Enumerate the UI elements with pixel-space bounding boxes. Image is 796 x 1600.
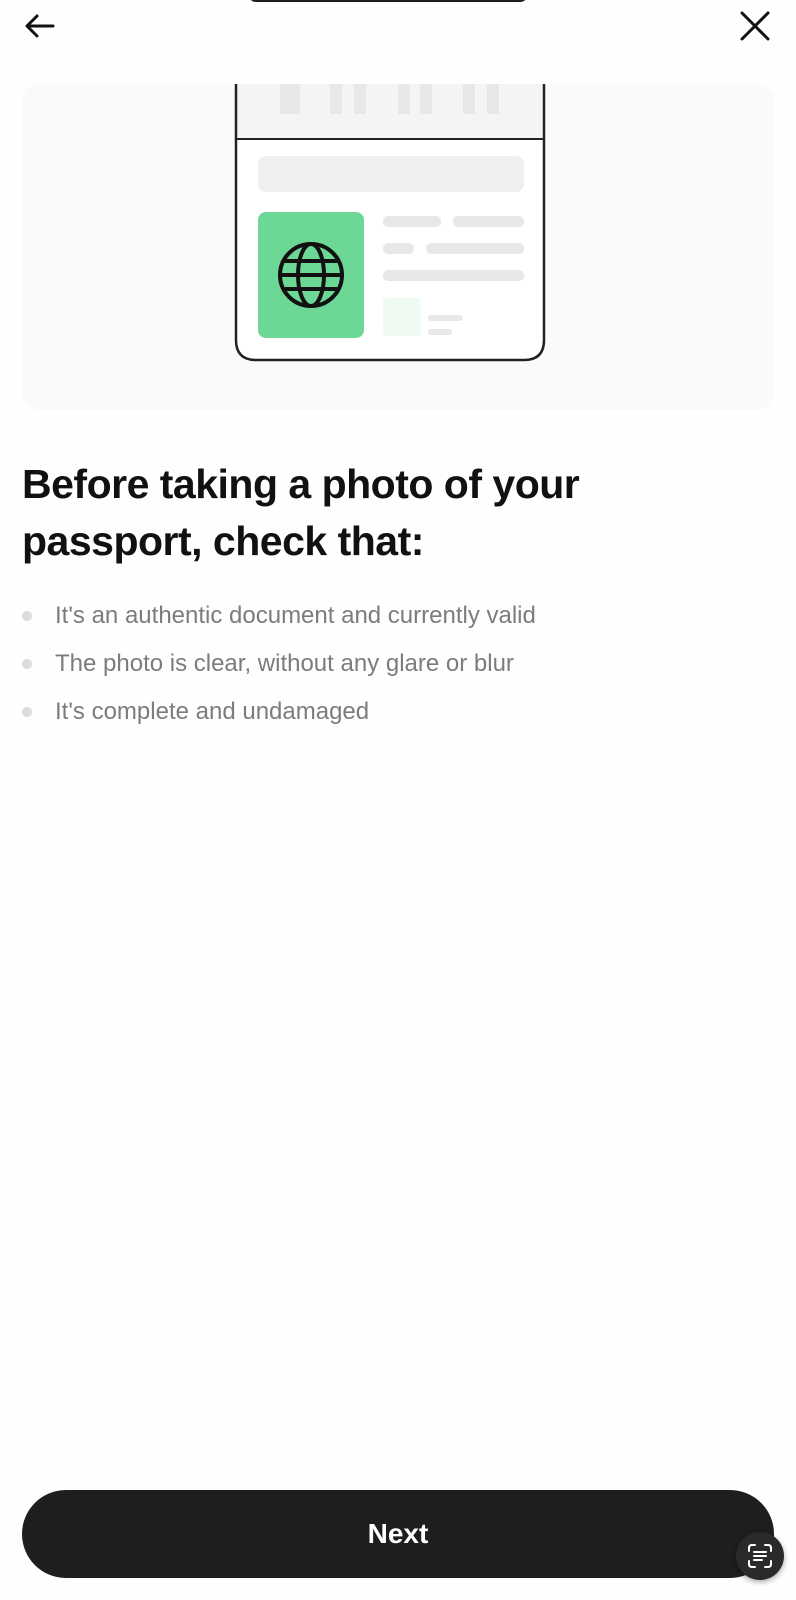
next-button[interactable]: Next [22,1490,774,1578]
list-item-text: The photo is clear, without any glare or… [55,650,514,677]
arrow-left-icon [25,14,55,38]
status-notch [248,0,528,2]
bullet-dot [22,707,32,717]
passport-illustration-card [22,84,774,410]
list-item: The photo is clear, without any glare or… [22,640,762,688]
back-button[interactable] [16,2,64,50]
requirements-list: It's an authentic document and currently… [22,592,762,736]
list-item-text: It's an authentic document and currently… [55,602,536,629]
list-item-text: It's complete and undamaged [55,698,370,725]
bullet-dot [22,659,32,669]
passport-check-screen: Before taking a photo of your passport, … [0,0,796,1600]
list-item: It's complete and undamaged [22,688,762,736]
list-item: It's an authentic document and currently… [22,592,762,640]
close-button[interactable] [731,2,779,50]
passport-drawing [234,84,546,362]
text-scan-button[interactable] [736,1532,784,1580]
close-icon [740,11,770,41]
passport-illustration [234,84,546,362]
text-scan-icon [748,1544,772,1568]
bullet-dot [22,611,32,621]
page-title: Before taking a photo of your passport, … [22,461,580,564]
